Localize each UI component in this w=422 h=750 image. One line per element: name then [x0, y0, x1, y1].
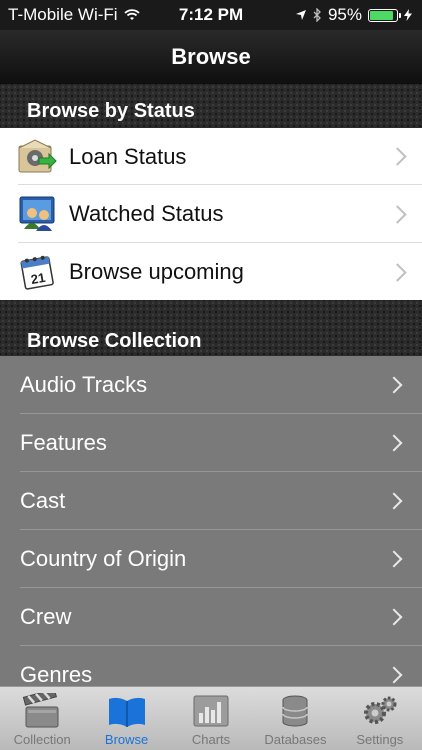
tab-charts[interactable]: Charts	[169, 687, 253, 750]
charging-bolt-icon	[404, 9, 412, 21]
chevron-right-icon	[385, 376, 403, 394]
item-label: Cast	[20, 488, 66, 513]
item-label: Browse upcoming	[69, 259, 244, 284]
nav-bar: Browse	[0, 30, 422, 84]
tab-label: Browse	[104, 732, 149, 747]
calendar-icon: 21	[20, 255, 54, 290]
battery-percent: 95%	[327, 5, 362, 24]
item-label: Features	[20, 430, 107, 455]
item-label: Audio Tracks	[20, 372, 148, 397]
tab-label: Charts	[191, 732, 231, 747]
loan-envelope-icon	[18, 138, 57, 172]
tab-databases[interactable]: Databases	[253, 687, 337, 750]
list-item-crew[interactable]: Crew	[0, 588, 422, 646]
chevron-right-icon	[388, 204, 407, 224]
tab-bar: Collection Browse Charts Databases Setti…	[0, 686, 422, 750]
item-label: Crew	[20, 604, 72, 629]
list-item-genres[interactable]: Genres	[0, 646, 422, 686]
tab-label: Databases	[264, 732, 327, 747]
gears-icon	[363, 696, 397, 724]
chevron-right-icon	[385, 492, 403, 510]
people-monitor-icon	[19, 196, 55, 231]
battery-icon	[368, 8, 401, 22]
chevron-right-icon	[388, 262, 407, 282]
chevron-right-icon	[385, 550, 403, 568]
calendar-day: 21	[30, 270, 47, 287]
chevron-right-icon	[385, 434, 403, 452]
collection-list: Audio Tracks Features Cast Country of Or…	[0, 356, 422, 686]
list-item-audio-tracks[interactable]: Audio Tracks	[0, 356, 422, 414]
tab-settings[interactable]: Settings	[338, 687, 422, 750]
list-item-cast[interactable]: Cast	[0, 472, 422, 530]
chevron-right-icon	[385, 608, 403, 626]
item-label: Genres	[20, 662, 93, 686]
chevron-right-icon	[388, 147, 407, 166]
bluetooth-icon	[313, 8, 321, 22]
bar-chart-icon	[193, 695, 229, 727]
list-item-watched-status[interactable]: Watched Status	[0, 185, 422, 243]
section-header-collection: Browse Collection	[0, 300, 422, 356]
item-label: Watched Status	[69, 201, 224, 226]
page-title: Browse	[171, 44, 251, 69]
tab-browse[interactable]: Browse	[84, 687, 168, 750]
status-bar: T-Mobile Wi-Fi 7:12 PM 95%	[0, 0, 422, 30]
list-item-features[interactable]: Features	[0, 414, 422, 472]
book-icon	[108, 697, 145, 727]
list-item-country-of-origin[interactable]: Country of Origin	[0, 530, 422, 588]
database-icon	[282, 695, 309, 727]
item-label: Country of Origin	[20, 546, 187, 571]
tab-collection[interactable]: Collection	[0, 687, 84, 750]
list-item-browse-upcoming[interactable]: 21 Browse upcoming	[0, 243, 422, 301]
section-header-status: Browse by Status	[0, 84, 422, 128]
tab-label: Settings	[356, 732, 404, 747]
status-right: 95%	[295, 5, 412, 25]
app-screen: T-Mobile Wi-Fi 7:12 PM 95% Browse Browse…	[0, 0, 422, 750]
location-arrow-icon	[295, 10, 306, 20]
tab-label: Collection	[13, 732, 71, 747]
item-label: Loan Status	[69, 143, 187, 169]
chevron-right-icon	[385, 666, 403, 684]
clapperboard-icon	[23, 693, 59, 728]
list-item-loan-status[interactable]: Loan Status	[0, 128, 422, 185]
status-list: Loan Status Watched Status 21 Browse upc…	[0, 128, 422, 300]
